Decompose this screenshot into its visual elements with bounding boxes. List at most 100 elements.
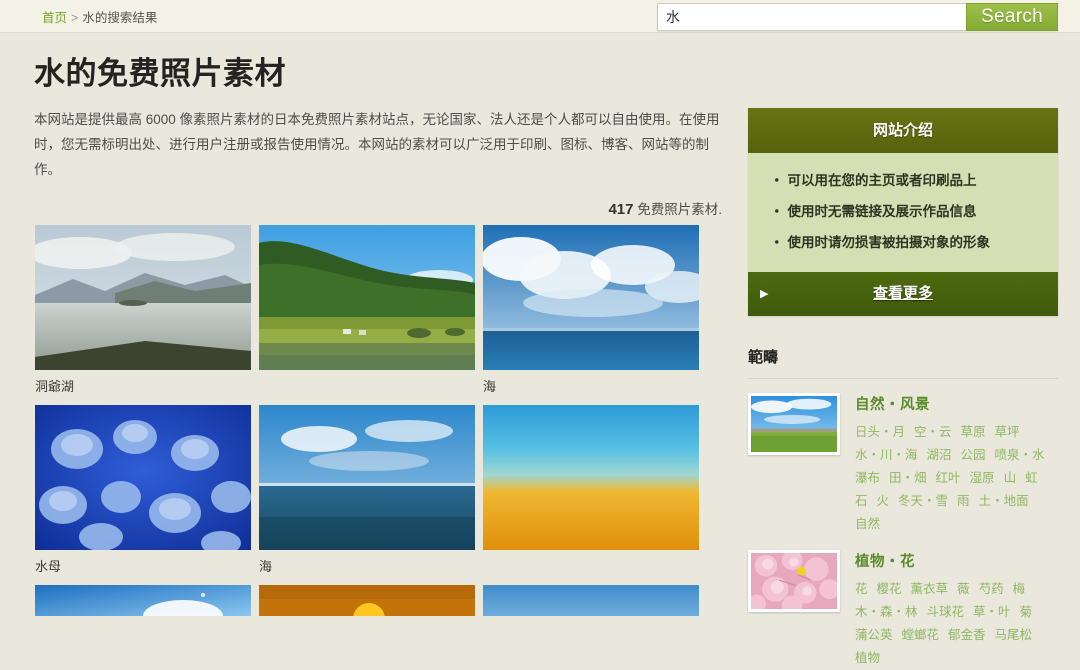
category-thumbnail-nature[interactable] — [748, 393, 840, 455]
breadcrumb-home-link[interactable]: 首页 — [42, 11, 67, 25]
photo-caption — [483, 622, 699, 644]
category-tag[interactable]: 斗球花 — [927, 605, 965, 619]
categories-heading: 範疇 — [748, 349, 779, 366]
category-tag[interactable]: 湿原 — [970, 471, 995, 485]
breadcrumb: 首页 > 水的搜索结果 — [42, 7, 157, 26]
category-tag[interactable]: 雨 — [957, 494, 970, 508]
category-tag[interactable]: 虹 — [1025, 471, 1038, 485]
photo-caption — [35, 622, 251, 644]
site-intro-item: ・使用时无需链接及展示作品信息 — [748, 196, 1058, 227]
category-tag[interactable]: 薰衣草 — [911, 582, 949, 596]
gallery-item[interactable] — [483, 405, 699, 578]
category-tag[interactable]: 冬天・雪 — [898, 494, 948, 508]
main-content-header: 水的免费照片素材 本网站是提供最高 6000 像素照片素材的日本免费照片素材站点… — [34, 48, 734, 218]
category-tag[interactable]: 草原 — [961, 425, 986, 439]
category-tag[interactable]: 螳螂花 — [902, 628, 940, 642]
page-title: 水的免费照片素材 — [34, 56, 286, 91]
category-tag[interactable]: 红叶 — [936, 471, 961, 485]
category-tag[interactable]: 马尾松 — [995, 628, 1033, 642]
category-tag[interactable]: 湖沼 — [927, 448, 952, 462]
site-intro-item-label: 可以用在您的主页或者印刷品上 — [787, 173, 977, 188]
category-tag[interactable]: 芍药 — [979, 582, 1004, 596]
category-tag[interactable]: 草・叶 — [973, 605, 1011, 619]
category-tag[interactable]: 石 — [855, 494, 868, 508]
category-tag[interactable]: 公园 — [961, 448, 986, 462]
breadcrumb-separator: > — [71, 11, 79, 25]
photo-thumbnail-forest-marsh[interactable] — [259, 225, 475, 370]
categories-divider — [748, 378, 1058, 379]
photo-caption: 海 — [483, 379, 497, 394]
category-tag[interactable]: 田・畑 — [889, 471, 927, 485]
top-header-bar: 首页 >水的搜索结果 Search — [0, 0, 1080, 33]
photo-thumbnail-calm-sea[interactable] — [259, 405, 475, 550]
gallery-item[interactable] — [483, 585, 699, 644]
category-tag[interactable]: 梅 — [1013, 582, 1026, 596]
category-title-link-nature[interactable]: 自然・风景 — [855, 393, 1055, 414]
category-info-plants: 植物・花 花樱花 薰衣草薇芍药 梅木・森・林 斗球花 草・叶 菊蒲公英 螳螂花 郁金香 马尾松植… — [855, 550, 1055, 670]
category-tag[interactable]: 山 — [1004, 471, 1017, 485]
category-tag[interactable]: 樱花 — [877, 582, 902, 596]
search-button[interactable]: Search — [966, 3, 1058, 31]
gallery-item[interactable] — [259, 585, 475, 644]
category-tag[interactable]: 木・森・林 — [855, 605, 918, 619]
site-intro-list: ・可以用在您的主页或者印刷品上 ・使用时无需链接及展示作品信息 ・使用时请勿损害… — [748, 153, 1058, 272]
breadcrumb-current: 水的搜索结果 — [82, 11, 158, 25]
category-tag[interactable]: 花 — [855, 582, 868, 596]
view-more-label: 查看更多 — [872, 285, 933, 302]
photo-caption — [483, 556, 699, 578]
category-info-nature: 自然・风景 日头・月 空・云 草原 草坪水・川・海 湖沼 公园 喷泉・水瀑布 田・畑 红叶 湿原山… — [855, 393, 1055, 536]
bullet-icon: ・ — [770, 204, 784, 219]
category-tag[interactable]: 水・川・海 — [855, 448, 918, 462]
search-input[interactable] — [657, 3, 966, 31]
category-tags-plants: 花樱花 薰衣草薇芍药 梅木・森・林 斗球花 草・叶 菊蒲公英 螳螂花 郁金香 马尾松植物 — [855, 578, 1055, 670]
gallery-row: 水母 海 — [35, 405, 735, 578]
result-count-suffix: 免费照片素材. — [637, 202, 722, 217]
photo-thumbnail-sunset-sun[interactable] — [259, 585, 475, 616]
photo-caption — [259, 376, 475, 398]
category-tag[interactable]: 瀑布 — [855, 471, 880, 485]
category-tag[interactable]: 菊 — [1020, 605, 1033, 619]
view-more-button[interactable]: ▶ 查看更多 — [748, 272, 1058, 316]
category-block-nature: 自然・风景 日头・月 空・云 草原 草坪水・川・海 湖沼 公园 喷泉・水瀑布 田・畑 红叶 湿原山… — [748, 393, 1058, 536]
gallery-item[interactable]: 水母 — [35, 405, 251, 578]
gallery-item[interactable] — [259, 225, 475, 398]
site-intro-item-label: 使用时无需链接及展示作品信息 — [787, 204, 977, 219]
category-tag[interactable]: 郁金香 — [948, 628, 986, 642]
result-count: 417 免费照片素材. — [34, 198, 722, 218]
bullet-icon: ・ — [770, 173, 784, 188]
category-tag[interactable]: 日头・月 — [855, 425, 905, 439]
category-tag[interactable]: 空・云 — [914, 425, 952, 439]
gallery-item[interactable]: 海 — [483, 225, 699, 398]
result-count-number: 417 — [608, 201, 634, 218]
site-intro-title: 网站介绍 — [748, 108, 1058, 153]
photo-thumbnail-sunset-sky[interactable] — [483, 405, 699, 550]
category-title-link-plants[interactable]: 植物・花 — [855, 550, 1055, 571]
category-block-plants: 植物・花 花樱花 薰衣草薇芍药 梅木・森・林 斗球花 草・叶 菊蒲公英 螳螂花 郁金香 马尾松植… — [748, 550, 1058, 670]
photo-caption: 水母 — [35, 559, 62, 574]
gallery-item[interactable]: 洞爺湖 — [35, 225, 251, 398]
category-tag[interactable]: 薇 — [957, 582, 970, 596]
search-bar: Search — [657, 3, 1058, 31]
category-tag[interactable]: 草坪 — [995, 425, 1020, 439]
category-tag[interactable]: 植物 — [855, 651, 880, 665]
photo-caption: 海 — [259, 559, 273, 574]
photo-thumbnail-blue-sky[interactable] — [483, 585, 699, 616]
sidebar: 网站介绍 ・可以用在您的主页或者印刷品上 ・使用时无需链接及展示作品信息 ・使用… — [748, 108, 1058, 670]
site-intro-item: ・可以用在您的主页或者印刷品上 — [748, 165, 1058, 196]
site-intro-item: ・使用时请勿损害被拍摄对象的形象 — [748, 227, 1058, 258]
site-intro-panel: 网站介绍 ・可以用在您的主页或者印刷品上 ・使用时无需链接及展示作品信息 ・使用… — [748, 108, 1058, 316]
category-tag[interactable]: 火 — [877, 494, 890, 508]
photo-thumbnail-sea-clouds[interactable] — [483, 225, 699, 370]
category-tag[interactable]: 蒲公英 — [855, 628, 893, 642]
photo-gallery: 洞爺湖 海 水母 海 — [35, 225, 735, 651]
category-tag[interactable]: 自然 — [855, 517, 880, 531]
gallery-item[interactable]: 海 — [259, 405, 475, 578]
category-thumbnail-plants[interactable] — [748, 550, 840, 612]
category-tag[interactable]: 土・地面 — [979, 494, 1029, 508]
photo-thumbnail-sun-flare[interactable] — [35, 585, 251, 616]
bullet-icon: ・ — [770, 235, 784, 250]
photo-thumbnail-lake[interactable] — [35, 225, 251, 370]
photo-thumbnail-jellyfish[interactable] — [35, 405, 251, 550]
gallery-item[interactable] — [35, 585, 251, 644]
category-tag[interactable]: 喷泉・水 — [995, 448, 1045, 462]
